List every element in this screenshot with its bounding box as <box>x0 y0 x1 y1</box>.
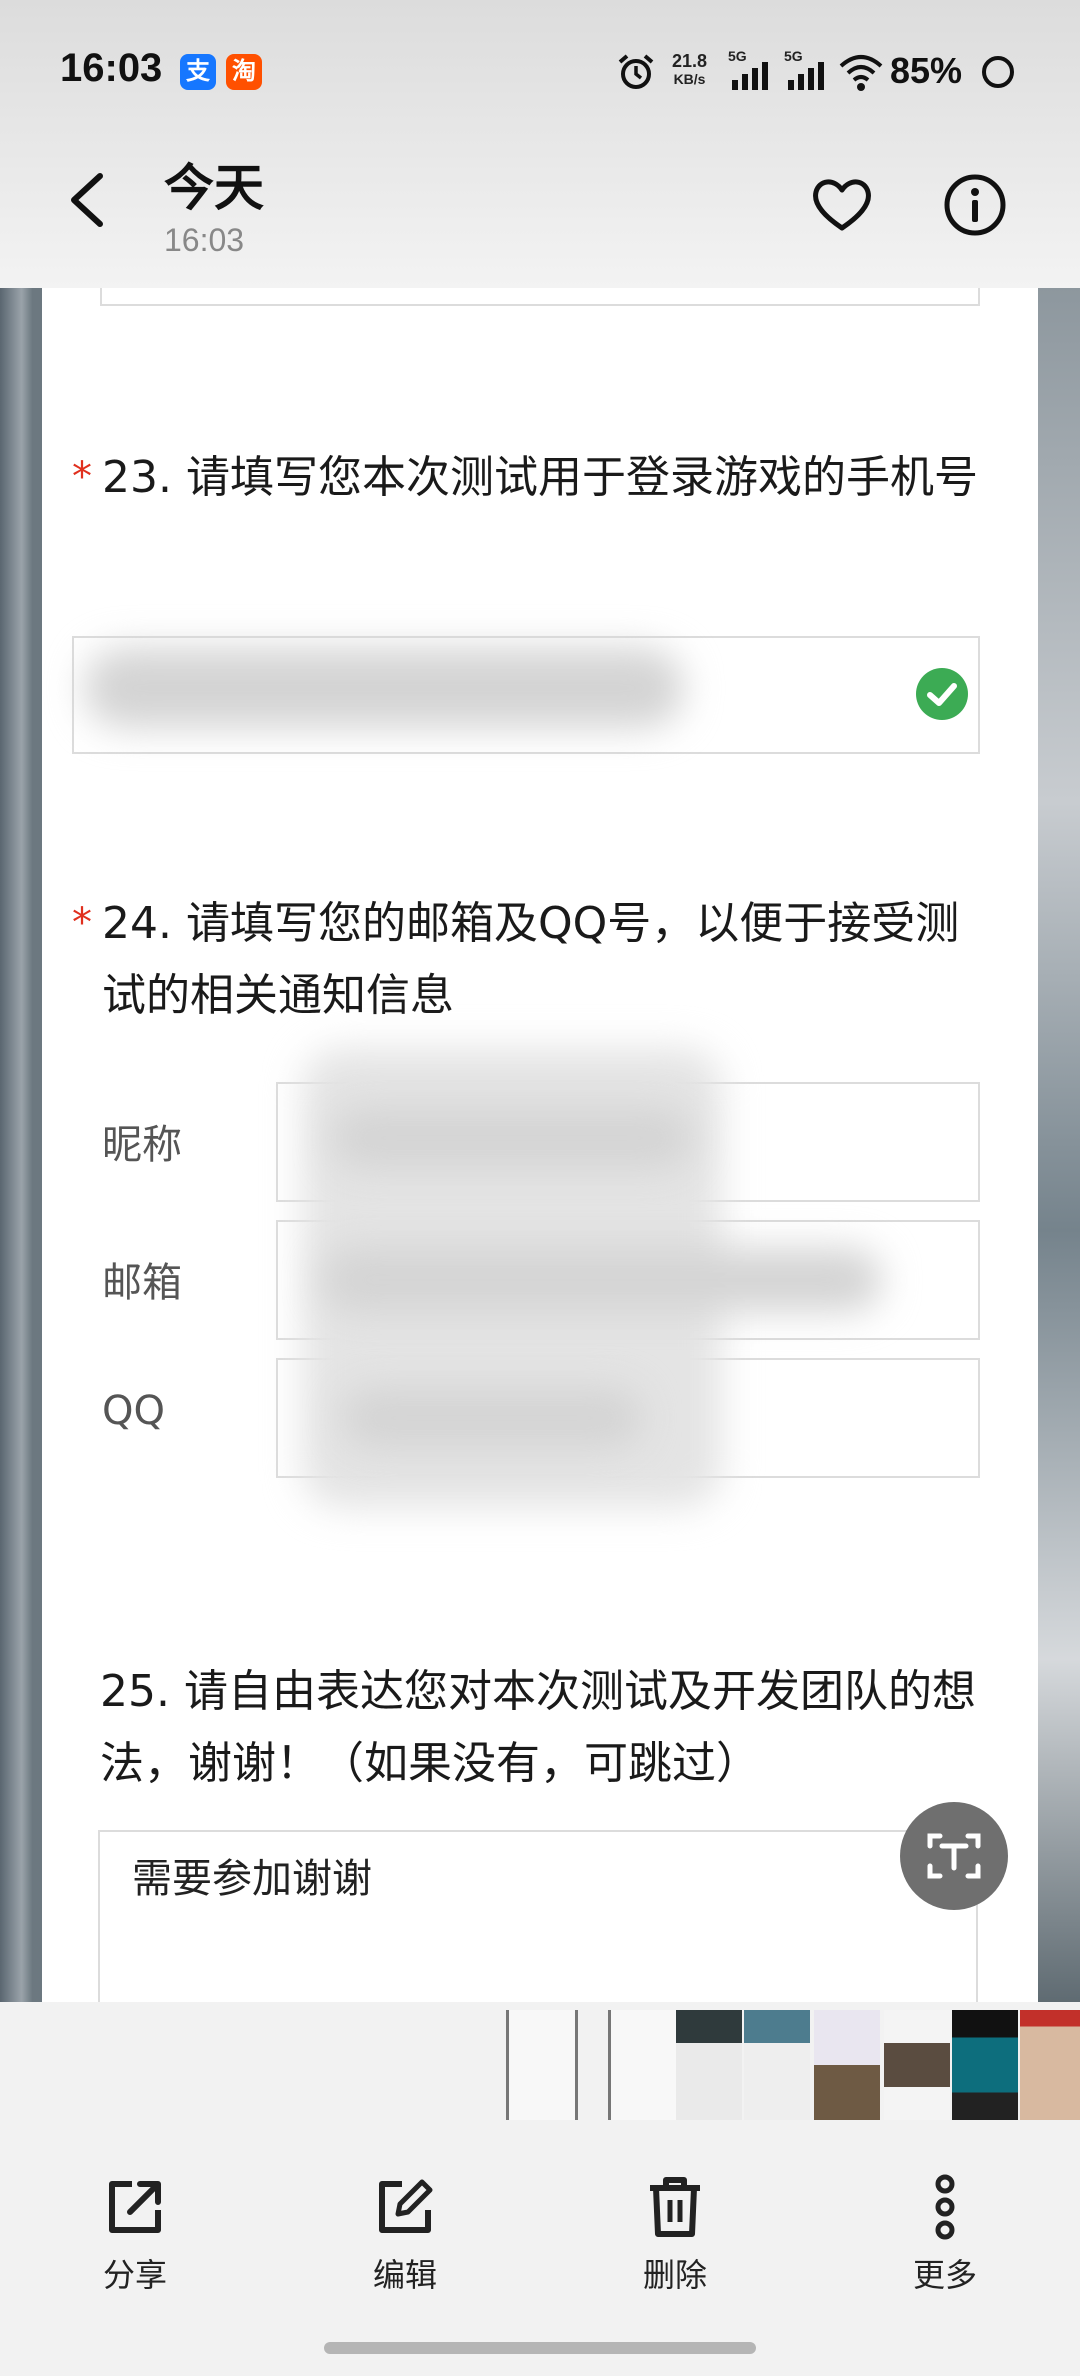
signal-2: 5G <box>784 48 828 94</box>
net-speed-unit: KB/s <box>673 71 706 87</box>
image-viewer[interactable]: * 23. 请填写您本次测试用于登录游戏的手机号 * 24. 请填写您的邮箱及Q… <box>0 288 1080 2002</box>
feedback-answer: 需要参加谢谢 <box>132 1856 372 1902</box>
bottom-action-bar: 分享 编辑 删除 更多 <box>0 2136 1080 2376</box>
check-icon <box>916 668 968 720</box>
share-label: 分享 <box>102 2256 167 2294</box>
delete-button[interactable]: 删除 <box>600 2174 750 2296</box>
share-button[interactable]: 分享 <box>60 2174 210 2296</box>
thumbnail[interactable] <box>884 2010 950 2120</box>
alarm-icon <box>618 54 654 89</box>
question-23: 23. 请填写您本次测试用于登录游戏的手机号 <box>102 452 978 503</box>
thumbnail[interactable] <box>952 2010 1018 2120</box>
screenshot-content: * 23. 请填写您本次测试用于登录游戏的手机号 * 24. 请填写您的邮箱及Q… <box>42 288 1038 2002</box>
qq-label: QQ <box>102 1388 165 1434</box>
net-speed-value: 21.8 <box>672 51 708 71</box>
top-bar: 16:03 支 淘 21.8 KB/s 5G 5G 85% 今天 16:03 <box>0 0 1080 288</box>
back-arrow-icon[interactable] <box>60 170 120 230</box>
text-recognition-button[interactable] <box>900 1802 1008 1910</box>
email-label: 邮箱 <box>102 1260 182 1306</box>
edit-icon <box>379 2179 433 2233</box>
more-button[interactable]: 更多 <box>870 2174 1020 2296</box>
battery-level: 85% <box>890 50 963 91</box>
alipay-icon: 支 <box>180 54 216 90</box>
signal-bars-icon <box>788 62 824 90</box>
edit-button[interactable]: 编辑 <box>330 2174 480 2296</box>
background-edge <box>1038 288 1080 2002</box>
favorite-heart-icon[interactable] <box>810 172 874 236</box>
nickname-label: 昵称 <box>102 1122 182 1168</box>
thumbnail[interactable] <box>1020 2010 1080 2120</box>
thumbnail[interactable] <box>608 2010 677 2120</box>
home-indicator[interactable] <box>324 2342 756 2354</box>
wifi-icon <box>839 55 883 91</box>
status-time: 16:03 <box>60 46 163 90</box>
signal-1: 5G <box>728 48 772 94</box>
page-subtitle: 16:03 <box>164 222 245 258</box>
question-25: 25. 请自由表达您对本次测试及开发团队的想法，谢谢！（如果没有，可跳过） <box>100 1666 976 1789</box>
edit-label: 编辑 <box>372 2256 437 2294</box>
status-bar: 16:03 支 淘 21.8 KB/s 5G 5G 85% <box>0 0 1080 140</box>
net-speed: 21.8 KB/s <box>672 52 707 88</box>
redacted-contact-info <box>342 1388 642 1448</box>
info-icon[interactable] <box>942 172 1008 238</box>
delete-icon <box>650 2177 700 2237</box>
redacted-contact-info <box>322 1248 882 1312</box>
signal-bars-icon <box>732 62 768 90</box>
required-marker: * <box>72 454 92 500</box>
redacted-phone <box>84 648 684 728</box>
delete-label: 删除 <box>642 2256 707 2294</box>
thumbnail[interactable] <box>744 2010 810 2120</box>
thumbnail-strip[interactable] <box>0 2002 1080 2136</box>
more-icon <box>935 2174 955 2240</box>
previous-field <box>100 288 980 306</box>
battery-ring-icon <box>982 56 1014 88</box>
question-24: 24. 请填写您的邮箱及QQ号，以便于接受测试的相关通知信息 <box>102 898 960 1021</box>
more-label: 更多 <box>912 2256 977 2294</box>
required-marker: * <box>72 900 92 946</box>
share-icon <box>109 2181 161 2233</box>
thumbnail[interactable] <box>814 2010 880 2120</box>
redacted-contact-info <box>332 1108 692 1168</box>
page-title: 今天 <box>164 159 264 217</box>
phone-field <box>72 636 980 754</box>
thumbnail[interactable] <box>676 2010 742 2120</box>
scan-text-icon <box>927 1833 981 1879</box>
thumbnail[interactable] <box>506 2010 578 2120</box>
taobao-icon: 淘 <box>226 54 262 90</box>
